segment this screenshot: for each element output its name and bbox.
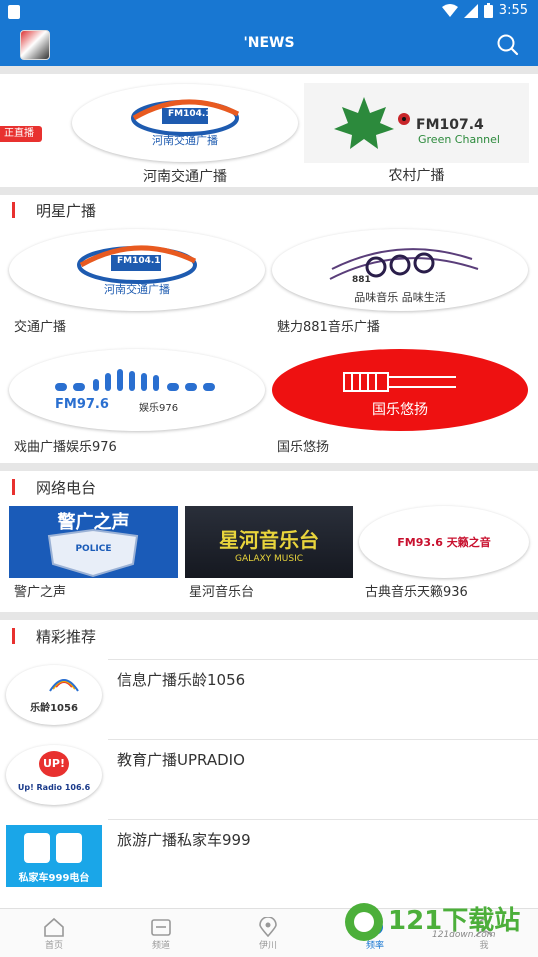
top-item-1-label[interactable]: 河南交通广播 <box>72 166 298 186</box>
recommend-item-3-logo-text: 私家车999电台 <box>18 873 90 884</box>
recommend-item-2-name: 教育广播UPRADIO <box>117 751 245 769</box>
nav-location[interactable]: 伊川 <box>214 909 322 957</box>
signal-icon <box>463 3 478 18</box>
section-marker <box>12 628 15 644</box>
nav-channel-label: 频道 <box>151 941 170 951</box>
top-item-2-logo-sub: Green Channel <box>418 133 500 146</box>
network-item-2-logo[interactable]: 星河音乐台 GALAXY MUSIC <box>185 506 353 578</box>
star-item-4-label[interactable]: 国乐悠扬 <box>277 436 329 455</box>
star-item-2-label[interactable]: 魅力881音乐广播 <box>277 316 380 335</box>
network-item-1-logo[interactable]: 警广之声 POLICE <box>9 506 178 578</box>
star-item-1-label[interactable]: 交通广播 <box>14 316 66 335</box>
star-item-2-logo-sub: 品味音乐 品味生活 <box>354 291 446 304</box>
nav-home[interactable]: 首页 <box>0 909 108 957</box>
network-item-2-logo-sub: GALAXY MUSIC <box>234 554 304 564</box>
network-item-3-label[interactable]: 古典音乐天籁936 <box>365 581 468 600</box>
location-icon <box>259 917 277 937</box>
top-item-1-logo-text: 河南交通广播 <box>152 134 218 147</box>
recommend-item-2-logo-text: UP! <box>39 751 69 777</box>
star-item-4-logo-text: 国乐悠扬 <box>372 402 428 418</box>
divider <box>0 66 538 74</box>
section-marker <box>12 479 15 495</box>
nav-location-label: 伊川 <box>258 941 277 951</box>
status-bar: 3:55 <box>0 0 538 24</box>
status-time: 3:55 <box>498 3 528 18</box>
live-tag: 正直播 <box>0 126 42 142</box>
recommend-item-1-logo-text: 乐龄1056 <box>30 703 78 714</box>
list-item[interactable]: 私家车999电台 旅游广播私家车999 <box>0 819 538 907</box>
notification-icon <box>8 5 20 19</box>
section-title: 网络电台 <box>36 479 97 497</box>
network-item-2-logo-text: 星河音乐台 <box>219 528 319 552</box>
section-header-network: 网络电台 <box>0 472 538 502</box>
star-item-3-label[interactable]: 戏曲广播娱乐976 <box>14 436 117 455</box>
nav-home-label: 首页 <box>44 941 63 951</box>
rainbow-logo-icon <box>49 679 79 692</box>
section-title: 精彩推荐 <box>36 628 97 646</box>
top-item-1-logo[interactable]: FM104.1 河南交通广播 <box>72 84 298 162</box>
section-header-recommend: 精彩推荐 <box>0 621 538 651</box>
henan-traffic-logo <box>77 245 197 284</box>
search-icon[interactable] <box>496 33 520 57</box>
watermark-logo-icon <box>345 903 383 941</box>
watermark: 121下载站 121down.com <box>342 898 532 946</box>
home-icon <box>44 917 64 937</box>
section-title: 明星广播 <box>36 202 97 220</box>
app-title: 'NEWS <box>243 35 295 51</box>
top-item-2-label[interactable]: 农村广播 <box>304 165 529 185</box>
top-item-1-logo-sub: FM104.1 <box>168 109 212 119</box>
row-separator <box>108 739 538 740</box>
nav-channel[interactable]: 频道 <box>107 909 215 957</box>
network-item-3-logo-text: FM93.6 天籁之音 <box>397 536 491 549</box>
star-item-3-logo-sub: 娱乐976 <box>139 403 179 414</box>
section-header-star: 明星广播 <box>0 195 538 225</box>
recommend-item-2-logo: UP! Up! Radio 106.6 <box>6 745 102 805</box>
app-bar: 'NEWS <box>0 24 538 66</box>
star-item-3-logo[interactable]: FM97.6 娱乐976 <box>9 349 265 431</box>
network-item-1-label[interactable]: 警广之声 <box>14 581 66 600</box>
star-item-1-logo[interactable]: FM104.1 河南交通广播 <box>9 229 265 311</box>
recommend-item-1-logo: 乐龄1056 <box>6 665 102 725</box>
star-item-4-logo[interactable]: 国乐悠扬 <box>272 349 528 431</box>
section-marker <box>12 202 15 218</box>
police-badge-icon <box>47 528 139 578</box>
channel-icon <box>151 919 171 936</box>
wifi-icon <box>441 3 458 17</box>
list-item[interactable]: UP! Up! Radio 106.6 教育广播UPRADIO <box>0 739 538 819</box>
watermark-sub: 121down.com <box>432 930 496 940</box>
network-item-1-logo-sub: POLICE <box>75 544 112 554</box>
star-item-1-logo-sub: FM104.1 <box>117 256 161 266</box>
star-item-3-logo-text: FM97.6 <box>55 397 109 412</box>
star-item-1-logo-text: 河南交通广播 <box>104 283 170 296</box>
top-item-2-logo-text: FM107.4 <box>416 117 484 133</box>
list-item[interactable]: 乐龄1056 信息广播乐龄1056 <box>0 659 538 739</box>
divider <box>0 463 538 471</box>
row-separator <box>108 819 538 820</box>
equalizer-logo <box>55 369 215 391</box>
star-item-2-logo[interactable]: 881 品味音乐 品味生活 <box>272 229 528 311</box>
top-item-2-logo[interactable]: FM107.4 Green Channel <box>304 83 529 163</box>
row-separator <box>108 659 538 660</box>
divider <box>0 187 538 195</box>
recommend-item-1-name: 信息广播乐龄1056 <box>117 671 246 689</box>
recommend-item-3-name: 旅游广播私家车999 <box>117 831 251 849</box>
battery-icon <box>483 3 493 18</box>
divider <box>0 612 538 620</box>
recommend-item-2-logo-sub: Up! Radio 106.6 <box>17 783 91 792</box>
star-item-2-logo-text: 881 <box>352 275 371 285</box>
network-item-3-logo[interactable]: FM93.6 天籁之音 <box>359 506 529 578</box>
network-item-2-label[interactable]: 星河音乐台 <box>189 581 254 600</box>
recommend-item-3-logo: 私家车999电台 <box>6 825 102 887</box>
henan-traffic-logo <box>131 99 240 136</box>
